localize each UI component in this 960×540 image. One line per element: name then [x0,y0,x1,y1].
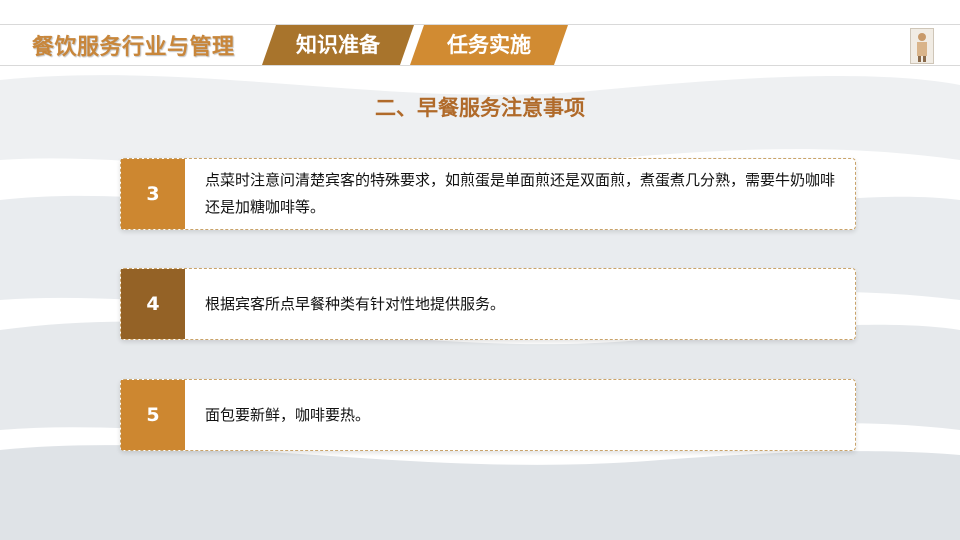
list-item: 4 根据宾客所点早餐种类有针对性地提供服务。 [120,268,856,340]
tab-knowledge-prep[interactable]: 知识准备 [262,25,414,65]
list-item: 3 点菜时注意问清楚宾客的特殊要求，如煎蛋是单面煎还是双面煎，煮蛋煮几分熟，需要… [120,158,856,230]
section-title: 二、早餐服务注意事项 [375,96,585,120]
item-text: 点菜时注意问清楚宾客的特殊要求，如煎蛋是单面煎还是双面煎，煮蛋煮几分熟，需要牛奶… [205,171,836,216]
item-text: 根据宾客所点早餐种类有针对性地提供服务。 [205,294,506,313]
item-text: 面包要新鲜，咖啡要热。 [205,405,371,424]
item-number: 4 [121,269,185,339]
item-number: 3 [121,159,185,229]
list-item: 5 面包要新鲜，咖啡要热。 [120,379,856,451]
item-number: 5 [121,380,185,450]
header-bar: 餐饮服务行业与管理 知识准备 任务实施 [0,24,960,66]
logo-icon [910,28,934,64]
tab-task-implementation[interactable]: 任务实施 [410,25,568,65]
brand-title: 餐饮服务行业与管理 [32,35,235,60]
